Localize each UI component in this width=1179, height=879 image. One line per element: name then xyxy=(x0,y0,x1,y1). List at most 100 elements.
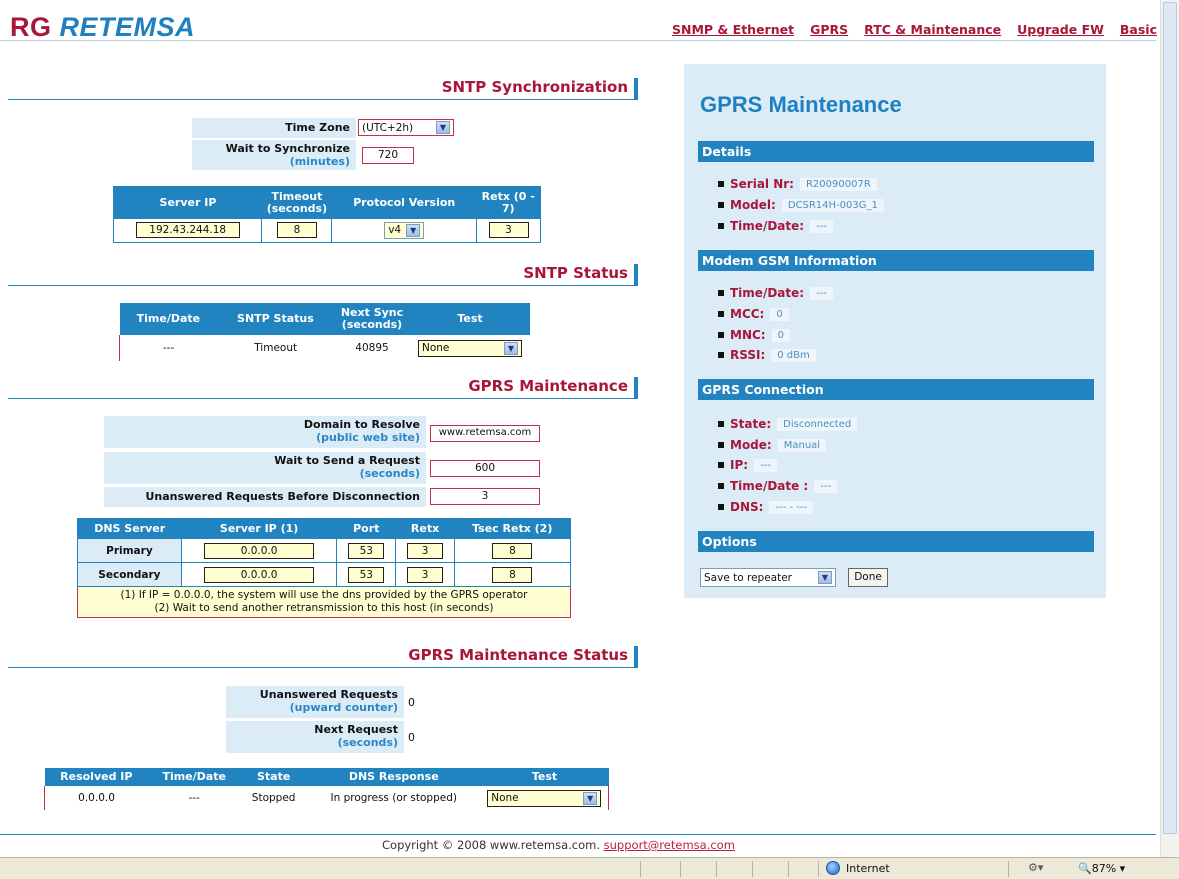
modem-mcc: MCC: 0 xyxy=(718,307,789,321)
wait-sync-label: Wait to Synchronize (minutes) xyxy=(192,140,356,170)
footer-divider xyxy=(0,834,1156,835)
server-ip-input[interactable]: 192.43.244.18 xyxy=(135,222,240,239)
col-tsec-retx: Tsec Retx (2) xyxy=(454,518,571,539)
sntp-server-table: Server IP Timeout (seconds) Protocol Ver… xyxy=(113,186,541,243)
retx-input[interactable]: 3 xyxy=(488,222,529,239)
dns-secondary-label: Secondary xyxy=(77,562,182,587)
wait-request-input[interactable]: 600 xyxy=(430,460,540,477)
col-next-sync: Next Sync (seconds) xyxy=(334,303,410,335)
conn-dns: DNS: --- - --- xyxy=(718,500,814,514)
modem-time-date: Time/Date: --- xyxy=(718,286,833,300)
table-row: Secondary 0.0.0.0 53 3 8 xyxy=(77,562,572,587)
conn-time-date: Time/Date : --- xyxy=(718,479,838,493)
col-test: Test xyxy=(480,768,609,786)
done-button[interactable]: Done xyxy=(848,568,888,587)
wait-sync-input[interactable]: 720 xyxy=(362,147,414,164)
sntp-status-value: Timeout xyxy=(254,342,298,354)
unanswered-requests-value: 0 xyxy=(408,696,415,709)
section-sntp-status: SNTP Status xyxy=(8,264,638,286)
timeout-input[interactable]: 8 xyxy=(276,222,317,239)
conn-state: State: Disconnected xyxy=(718,417,858,431)
col-time-date: Time/Date xyxy=(148,768,241,786)
vertical-scrollbar[interactable] xyxy=(1160,0,1179,857)
unanswered-input[interactable]: 3 xyxy=(430,488,540,505)
time-zone-select[interactable]: (UTC+2h) ▼ xyxy=(358,119,454,136)
logo-name: RETEMSA xyxy=(59,12,196,42)
section-title: SNTP Synchronization xyxy=(441,78,628,96)
time-zone-label: Time Zone xyxy=(192,118,356,138)
col-retx: Retx xyxy=(395,518,455,539)
section-title: GPRS Maintenance Status xyxy=(408,646,628,664)
protocol-select[interactable]: v4 ▼ xyxy=(384,221,425,239)
dns-primary-label: Primary xyxy=(77,538,182,563)
dns-server-table: DNS Server Server IP (1) Port Retx Tsec … xyxy=(77,518,572,618)
unanswered-requests-label: Unanswered Requests (upward counter) xyxy=(226,686,404,718)
col-time-date: Time/Date xyxy=(119,303,218,335)
section-sntp-sync: SNTP Synchronization xyxy=(8,78,638,100)
gprs-test-select[interactable]: None ▼ xyxy=(487,789,602,807)
zoom-level[interactable]: 🔍87% ▾ xyxy=(1078,862,1125,875)
time-zone-value: (UTC+2h) xyxy=(362,121,414,134)
secondary-ip-input[interactable]: 0.0.0.0 xyxy=(204,566,315,583)
retemsa-logo: RG RETEMSA xyxy=(10,12,195,43)
protected-mode-icon[interactable]: ⚙▾ xyxy=(1028,861,1043,874)
col-retx: Retx (0 - 7) xyxy=(476,186,541,219)
col-resolved-ip: Resolved IP xyxy=(44,768,149,786)
sntp-status-table: Time/Date SNTP Status Next Sync (seconds… xyxy=(119,303,530,361)
browser-status-bar: Internet ⚙▾ 🔍87% ▾ xyxy=(0,857,1179,879)
modem-header: Modem GSM Information xyxy=(698,250,1094,271)
col-sntp-status: SNTP Status xyxy=(217,303,334,335)
section-gprs-maintenance: GPRS Maintenance xyxy=(8,377,638,399)
sntp-test-select[interactable]: None ▼ xyxy=(418,339,522,357)
next-sync-value: 40895 xyxy=(355,342,389,354)
gprs-info-panel: GPRS Maintenance Details Serial Nr: R2009… xyxy=(684,64,1106,598)
chevron-down-icon: ▼ xyxy=(583,791,598,805)
nav-rtc-maintenance[interactable]: RTC & Maintenance xyxy=(864,22,1001,37)
next-request-label: Next Request (seconds) xyxy=(226,721,404,753)
table-row: 0.0.0.0 --- Stopped In progress (or stop… xyxy=(44,786,609,810)
primary-retx-input[interactable]: 3 xyxy=(407,542,444,559)
top-nav: SNMP & Ethernet GPRS RTC & Maintenance U… xyxy=(672,22,1157,37)
modem-mnc: MNC: 0 xyxy=(718,328,790,342)
options-select[interactable]: Save to repeater ▼ xyxy=(700,568,836,587)
detail-model: Model: DCSR14H-003G_1 xyxy=(718,198,884,212)
panel-title: GPRS Maintenance xyxy=(700,92,902,117)
sntp-time-date: --- xyxy=(119,335,218,361)
copyright-text: Copyright © 2008 www.retemsa.com. xyxy=(382,838,600,852)
col-port: Port xyxy=(336,518,396,539)
dns-note-1: (1) If IP = 0.0.0.0, the system will use… xyxy=(120,589,528,601)
next-request-value: 0 xyxy=(408,731,415,744)
gprs-time-date: --- xyxy=(188,792,200,804)
detail-time-date: Time/Date: --- xyxy=(718,219,833,233)
domain-label: Domain to Resolve (public web site) xyxy=(104,416,426,448)
col-server-ip: Server IP xyxy=(113,186,262,219)
nav-snmp-ethernet[interactable]: SNMP & Ethernet xyxy=(672,22,794,37)
wait-request-label: Wait to Send a Request (seconds) xyxy=(104,452,426,484)
gprs-state-value: Stopped xyxy=(251,792,296,804)
secondary-tsec-input[interactable]: 8 xyxy=(492,566,533,583)
nav-gprs[interactable]: GPRS xyxy=(810,22,848,37)
chevron-down-icon: ▼ xyxy=(436,121,450,134)
primary-ip-input[interactable]: 0.0.0.0 xyxy=(204,542,315,559)
col-dns-response: DNS Response xyxy=(306,768,481,786)
col-test: Test xyxy=(410,303,530,335)
table-row: Primary 0.0.0.0 53 3 8 xyxy=(77,538,572,563)
section-gprs-status: GPRS Maintenance Status xyxy=(8,646,638,668)
support-email-link[interactable]: support@retemsa.com xyxy=(604,838,735,852)
primary-tsec-input[interactable]: 8 xyxy=(492,542,533,559)
section-title: GPRS Maintenance xyxy=(468,377,628,395)
secondary-port-input[interactable]: 53 xyxy=(348,566,385,583)
col-dns-server: DNS Server xyxy=(77,518,182,539)
secondary-retx-input[interactable]: 3 xyxy=(407,566,444,583)
col-protocol: Protocol Version xyxy=(331,186,477,219)
conn-mode: Mode: Manual xyxy=(718,438,827,452)
modem-rssi: RSSI: 0 dBm xyxy=(718,348,816,362)
primary-port-input[interactable]: 53 xyxy=(348,542,385,559)
col-server-ip: Server IP (1) xyxy=(181,518,337,539)
nav-upgrade-fw[interactable]: Upgrade FW xyxy=(1017,22,1104,37)
scrollbar-thumb[interactable] xyxy=(1163,2,1177,834)
connection-header: GPRS Connection xyxy=(698,379,1094,400)
dns-note-2: (2) Wait to send another retransmission … xyxy=(154,602,494,614)
nav-basic[interactable]: Basic xyxy=(1120,22,1157,37)
domain-input[interactable]: www.retemsa.com xyxy=(430,425,540,442)
